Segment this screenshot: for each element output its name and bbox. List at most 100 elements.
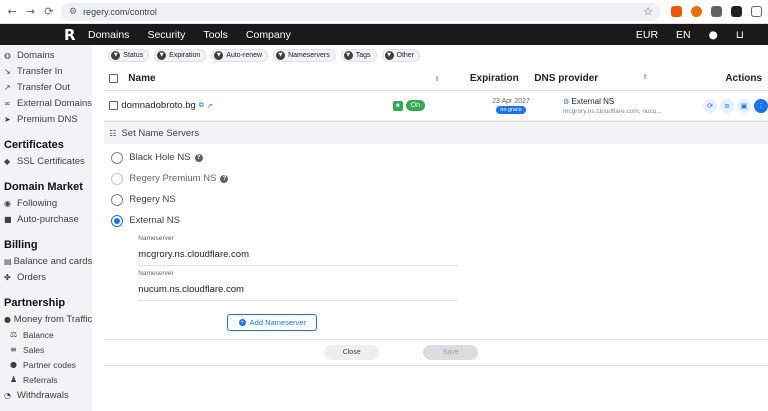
- reload-icon[interactable]: ⟳: [43, 5, 55, 19]
- filter-tags[interactable]: ▼ Tags: [340, 48, 377, 62]
- user-icon[interactable]: ●: [709, 29, 718, 41]
- sidebar-item-orders[interactable]: ✤ Orders: [4, 269, 92, 285]
- nav-domains[interactable]: Domains: [88, 29, 129, 41]
- expiration-date: 23 Apr 2027: [492, 97, 530, 105]
- link-icon: ∞: [4, 98, 11, 108]
- filter-icon: ▼: [384, 50, 394, 60]
- top-nav: Domains Security Tools Company: [88, 29, 291, 41]
- language-selector[interactable]: EN: [676, 29, 691, 41]
- radio-button[interactable]: [111, 151, 124, 164]
- extension-icon[interactable]: [710, 6, 722, 17]
- sidebar-item-domains[interactable]: ◍ Domains: [4, 47, 92, 63]
- nameserver-value[interactable]: nucum.ns.cloudflare.com: [138, 284, 458, 295]
- sidebar-item-transfer-in[interactable]: ↘ Transfer In: [4, 63, 92, 79]
- sidebar-item-money-from-traffic[interactable]: ● Money from Traffic: [4, 311, 92, 327]
- filter-other[interactable]: ▼ Other: [381, 48, 421, 62]
- copy-icon[interactable]: ⧉: [199, 101, 204, 110]
- ns-option-regery-premium[interactable]: Regery Premium NS?: [104, 168, 768, 189]
- extensions-puzzle-icon[interactable]: [750, 6, 762, 17]
- nameserver-field-1[interactable]: Nameserver mcgrory.ns.cloudflare.com: [138, 231, 459, 266]
- sidebar-item-balance[interactable]: ▤ Balance and cards: [4, 253, 92, 269]
- transfer-in-icon: ↘: [4, 66, 11, 76]
- domain-name[interactable]: domnadobroto.bg: [121, 100, 195, 111]
- regery-logo[interactable]: R: [64, 26, 86, 44]
- nameserver-field-2[interactable]: Nameserver nucum.ns.cloudflare.com: [138, 266, 459, 301]
- help-icon[interactable]: ?: [220, 174, 229, 183]
- help-icon[interactable]: ?: [194, 153, 203, 162]
- save-button[interactable]: Save: [423, 345, 479, 360]
- dns-provider-name: External NS: [571, 96, 615, 106]
- sidebar-item-ssl[interactable]: ◆ SSL Certificates: [4, 153, 92, 169]
- external-link-icon[interactable]: ↗: [207, 102, 213, 110]
- refresh-icon[interactable]: ⟳: [703, 98, 717, 113]
- bookmark-star-icon[interactable]: ☆: [643, 5, 653, 18]
- currency-selector[interactable]: EUR: [636, 29, 658, 41]
- sidebar: ◍ Domains ↘ Transfer In ↗ Transfer Out ∞ Ext…: [0, 45, 93, 411]
- withdraw-icon: ◔: [4, 390, 11, 400]
- section-certificates: Certificates: [4, 139, 64, 151]
- sort-icon[interactable]: ⇕: [642, 73, 648, 84]
- more-icon[interactable]: ⋮: [754, 98, 768, 113]
- extension-icon[interactable]: [730, 6, 742, 17]
- ns-option-black-hole[interactable]: Black Hole NS?: [104, 147, 768, 168]
- row-checkbox[interactable]: [109, 101, 119, 110]
- money-icon: ●: [4, 314, 11, 324]
- add-nameserver-button[interactable]: + Add Nameserver: [227, 314, 318, 331]
- nameserver-label: Nameserver: [138, 270, 174, 277]
- radio-button[interactable]: [111, 172, 124, 185]
- sidebar-item-premium-dns[interactable]: ➤ Premium DNS: [4, 111, 92, 127]
- header-name[interactable]: Name: [128, 73, 155, 84]
- sidebar-item-transfer-out[interactable]: ↗ Transfer Out: [4, 79, 92, 95]
- sidebar-item-auto-purchase[interactable]: ■ Auto-purchase: [4, 211, 92, 227]
- close-button[interactable]: Close: [324, 345, 380, 360]
- filter-expiration[interactable]: ▼ Expiration: [154, 48, 207, 62]
- nav-company[interactable]: Company: [246, 29, 291, 41]
- extension-icon[interactable]: [690, 6, 702, 17]
- sidebar-item-external-domains[interactable]: ∞ External Domains: [4, 95, 92, 111]
- dns-icon[interactable]: ▣: [737, 98, 751, 113]
- select-all-checkbox[interactable]: [109, 74, 119, 83]
- filter-bar: ▼ Status ▼ Expiration ▼ Auto-renew ▼ Nameser…: [104, 45, 768, 65]
- sidebar-item-partner-codes[interactable]: ● Partner codes: [4, 357, 92, 372]
- url-text: regery.com/control: [83, 6, 157, 17]
- ns-panel-title: ☷ Set Name Servers: [104, 122, 768, 144]
- sidebar-item-referrals[interactable]: ♟ Referrals: [4, 372, 92, 387]
- orders-icon: ✤: [4, 272, 11, 282]
- table-row[interactable]: domnadobroto.bg ⧉ ↗ ■ On 23 Apr 2027 no …: [104, 91, 768, 121]
- forward-icon[interactable]: →: [24, 5, 36, 19]
- status-badge[interactable]: On: [405, 100, 425, 111]
- ns-option-external[interactable]: External NS: [104, 210, 768, 231]
- list-icon[interactable]: ≡: [720, 98, 734, 113]
- address-bar[interactable]: ⚙ regery.com/control ☆: [60, 2, 661, 21]
- back-icon[interactable]: ←: [6, 5, 18, 19]
- sidebar-item-partner-balance[interactable]: ⚖ Balance: [4, 327, 92, 342]
- radio-button[interactable]: [111, 193, 124, 206]
- dns-cell: ⚙ External NS mcgrory.ns.cloudflare.com,…: [563, 97, 703, 115]
- balance-icon: ⚖: [10, 330, 18, 339]
- sidebar-item-withdrawals[interactable]: ◔ Withdrawals: [4, 387, 92, 403]
- filter-auto-renew[interactable]: ▼ Auto-renew: [211, 48, 269, 62]
- filter-icon: ▼: [214, 50, 224, 60]
- section-domain-market: Domain Market: [4, 181, 83, 193]
- nameserver-value[interactable]: mcgrory.ns.cloudflare.com: [138, 249, 458, 260]
- referrals-icon: ♟: [10, 375, 18, 384]
- row-actions: ⟳ ≡ ▣ ⋮: [703, 98, 768, 113]
- filter-nameservers[interactable]: ▼ Nameservers: [273, 48, 336, 62]
- nav-security[interactable]: Security: [147, 29, 185, 41]
- header-dns-provider[interactable]: DNS provider: [534, 73, 598, 84]
- ns-option-regery[interactable]: Regery NS: [104, 189, 768, 210]
- filter-icon: ▼: [157, 50, 167, 60]
- main-content: ▼ Status ▼ Expiration ▼ Auto-renew ▼ Nameser…: [92, 45, 768, 411]
- extension-icon[interactable]: [670, 6, 682, 17]
- browser-toolbar: ← → ⟳ ⚙ regery.com/control ☆: [0, 0, 768, 24]
- nav-tools[interactable]: Tools: [203, 29, 228, 41]
- filter-status[interactable]: ▼ Status: [108, 48, 150, 62]
- sidebar-item-sales[interactable]: ≡ Sales: [4, 342, 92, 357]
- sort-icon[interactable]: ⇕: [434, 75, 440, 83]
- sidebar-item-following[interactable]: ◉ Following: [4, 195, 92, 211]
- site-info-icon[interactable]: ⚙: [69, 7, 77, 17]
- header-expiration[interactable]: Expiration: [454, 73, 534, 84]
- cart-icon[interactable]: ⊔: [736, 29, 744, 41]
- tag-icon: ●: [10, 360, 17, 369]
- radio-button-selected[interactable]: [111, 214, 124, 227]
